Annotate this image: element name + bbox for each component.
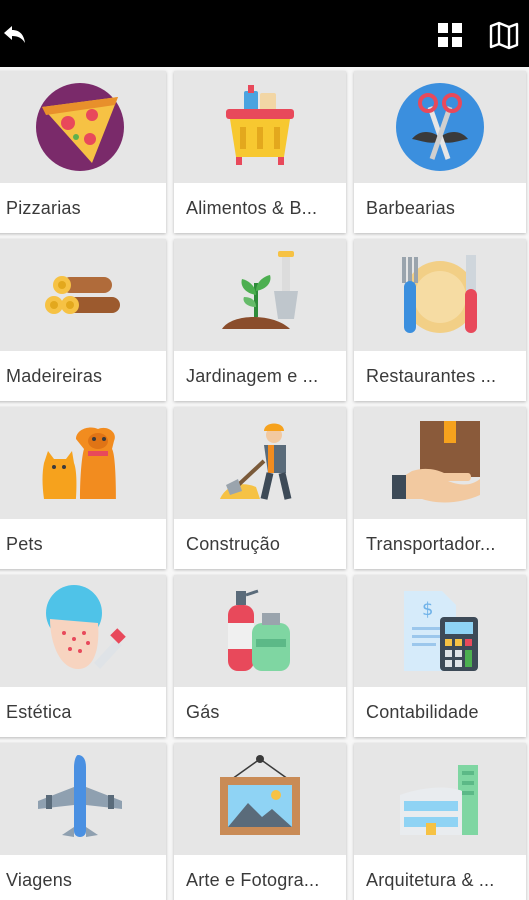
- plate-cutlery-icon: [402, 255, 477, 333]
- category-tile-estetica[interactable]: Estética: [0, 575, 166, 737]
- pizza-icon: [36, 83, 124, 171]
- category-label: Viagens: [6, 870, 73, 890]
- category-label: Restaurantes ...: [366, 366, 497, 386]
- back-arrow-icon[interactable]: [0, 18, 30, 52]
- category-tile-arquitetura[interactable]: Arquitetura & ...: [354, 743, 526, 900]
- category-label: Estética: [6, 702, 72, 722]
- category-label: Contabilidade: [366, 702, 479, 722]
- category-tile-transportadoras[interactable]: Transportador...: [354, 407, 526, 569]
- category-tile-construcao[interactable]: Construção: [174, 407, 346, 569]
- category-tile-jardinagem[interactable]: Jardinagem e ...: [174, 239, 346, 401]
- building-icon: [400, 765, 478, 835]
- gas-cylinder-icon: [228, 589, 290, 671]
- plant-shovel-icon: [222, 251, 298, 329]
- package-hand-icon: [392, 421, 480, 503]
- wood-logs-icon: [45, 276, 120, 314]
- grocery-basket-icon: [226, 85, 294, 165]
- cat-dog-icon: [42, 427, 116, 499]
- category-tile-contabilidade[interactable]: $ Contabilidade: [354, 575, 526, 737]
- category-tile-restaurantes[interactable]: Restaurantes ...: [354, 239, 526, 401]
- category-label: Barbearias: [366, 198, 456, 218]
- calculator-document-icon: $: [404, 591, 478, 671]
- category-label: Pets: [6, 534, 43, 554]
- category-label: Pizzarias: [6, 198, 81, 218]
- category-tile-arte-fotografia[interactable]: Arte e Fotogra...: [174, 743, 346, 900]
- category-tile-barbearias[interactable]: Barbearias: [354, 71, 526, 233]
- category-tile-madeireiras[interactable]: Madeireiras: [0, 239, 166, 401]
- category-label: Arquitetura & ...: [366, 870, 495, 890]
- category-tile-alimentos-bebidas[interactable]: Alimentos & B...: [174, 71, 346, 233]
- category-label: Construção: [186, 534, 281, 554]
- category-label: Transportador...: [366, 534, 496, 554]
- scissors-mustache-icon: [396, 83, 484, 171]
- category-label: Gás: [186, 702, 220, 722]
- category-tile-pets[interactable]: Pets: [0, 407, 166, 569]
- svg-text:$: $: [422, 599, 433, 620]
- category-tile-viagens[interactable]: Viagens: [0, 743, 166, 900]
- facial-treatment-icon: [46, 585, 126, 669]
- category-tile-gas[interactable]: Gás: [174, 575, 346, 737]
- category-grid: Pizzarias Alimentos & B... Barbearias Ma…: [0, 67, 529, 900]
- map-icon[interactable]: [487, 18, 521, 52]
- grid-view-icon[interactable]: [433, 18, 467, 52]
- framed-picture-icon: [220, 755, 300, 835]
- category-label: Jardinagem e ...: [186, 366, 319, 386]
- top-app-bar: [0, 0, 529, 67]
- category-tile-pizzarias[interactable]: Pizzarias: [0, 71, 166, 233]
- airplane-icon: [38, 755, 122, 837]
- category-label: Arte e Fotogra...: [186, 870, 320, 890]
- construction-worker-icon: [220, 423, 292, 500]
- category-label: Alimentos & B...: [186, 198, 318, 218]
- category-label: Madeireiras: [6, 366, 103, 386]
